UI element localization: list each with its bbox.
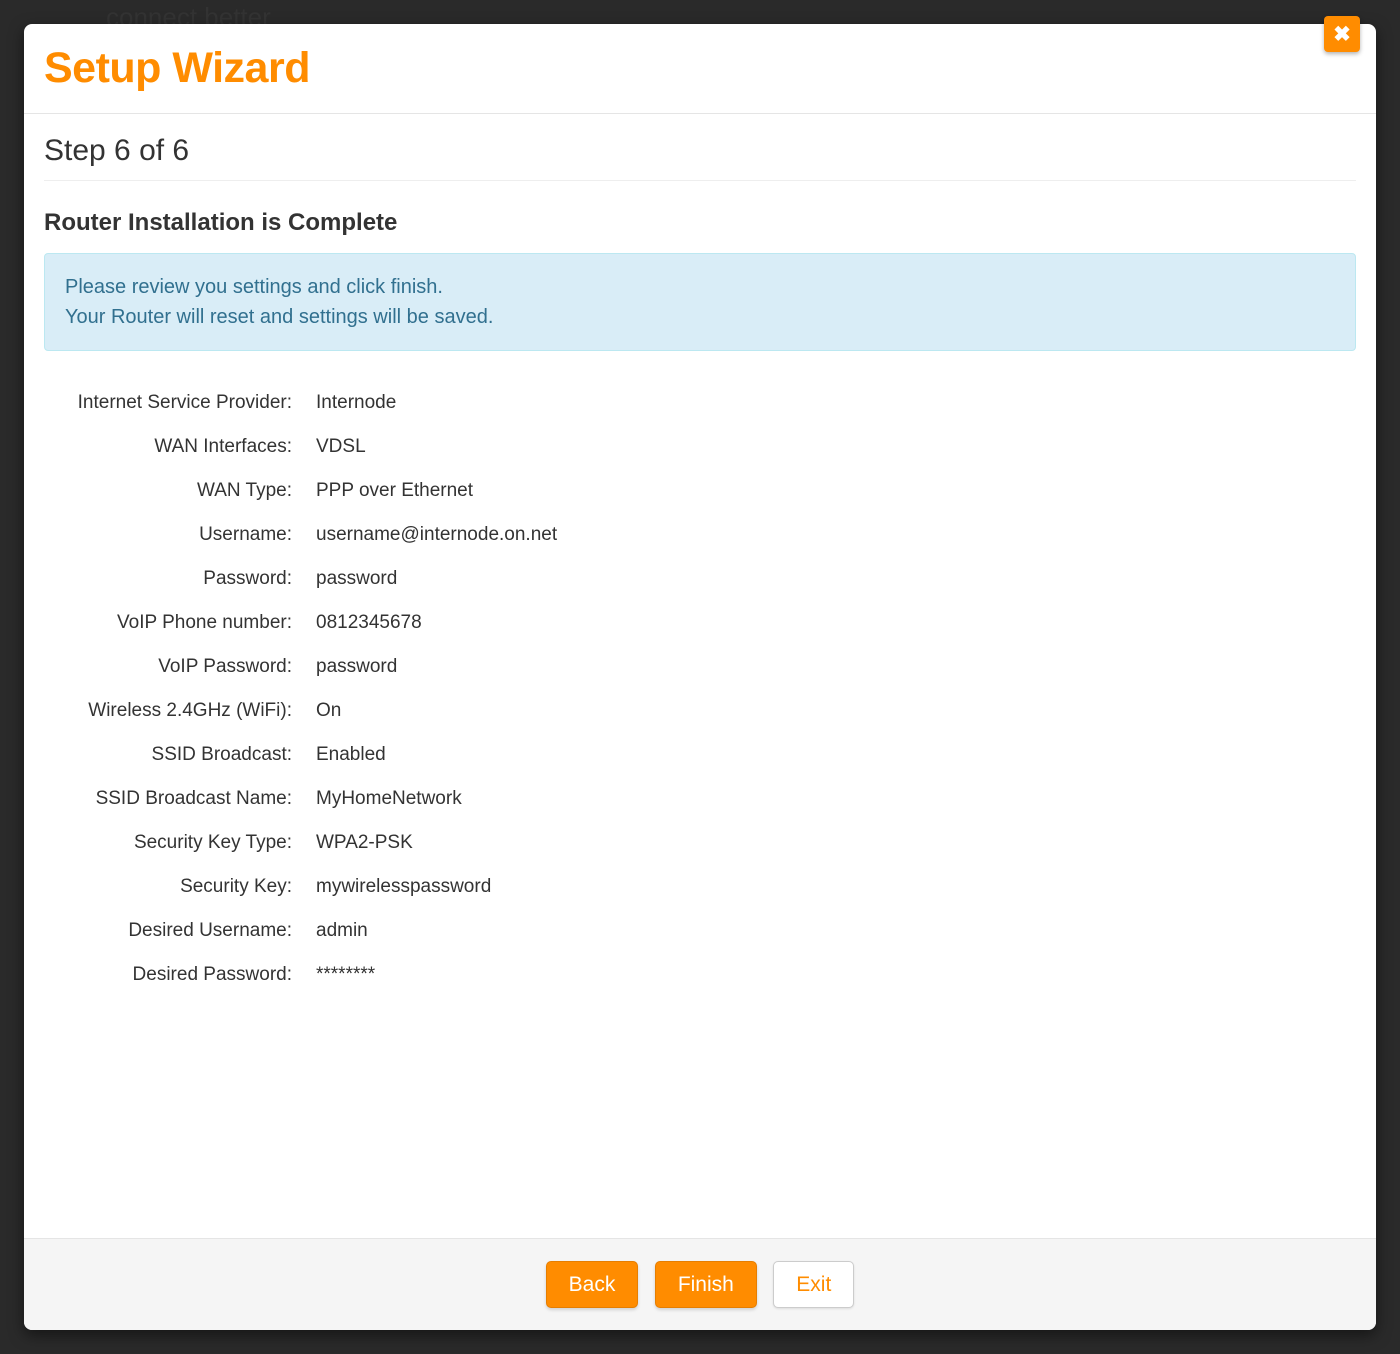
- settings-label: Wireless 2.4GHz (WiFi):: [44, 689, 304, 733]
- settings-label: Desired Password:: [44, 953, 304, 997]
- table-row: WAN Type: PPP over Ethernet: [44, 469, 1356, 513]
- table-row: Desired Username: admin: [44, 909, 1356, 953]
- settings-value: MyHomeNetwork: [304, 777, 1356, 821]
- step-heading: Step 6 of 6: [44, 134, 1356, 181]
- table-row: Password: password: [44, 557, 1356, 601]
- settings-label: SSID Broadcast:: [44, 733, 304, 777]
- settings-value: Enabled: [304, 733, 1356, 777]
- info-box: Please review you settings and click fin…: [44, 253, 1356, 351]
- settings-value: PPP over Ethernet: [304, 469, 1356, 513]
- settings-label: SSID Broadcast Name:: [44, 777, 304, 821]
- table-row: Security Key Type: WPA2-PSK: [44, 821, 1356, 865]
- table-row: VoIP Password: password: [44, 645, 1356, 689]
- settings-value: Internode: [304, 381, 1356, 425]
- table-row: Wireless 2.4GHz (WiFi): On: [44, 689, 1356, 733]
- settings-label: Password:: [44, 557, 304, 601]
- back-button[interactable]: Back: [546, 1261, 639, 1308]
- settings-label: Desired Username:: [44, 909, 304, 953]
- settings-value: admin: [304, 909, 1356, 953]
- settings-label: Internet Service Provider:: [44, 381, 304, 425]
- table-row: Desired Password: ********: [44, 953, 1356, 997]
- table-row: VoIP Phone number: 0812345678: [44, 601, 1356, 645]
- settings-value: password: [304, 645, 1356, 689]
- settings-label: WAN Interfaces:: [44, 425, 304, 469]
- modal-body: Step 6 of 6 Router Installation is Compl…: [24, 114, 1376, 1238]
- settings-value: 0812345678: [304, 601, 1356, 645]
- settings-label: Security Key:: [44, 865, 304, 909]
- settings-value: On: [304, 689, 1356, 733]
- modal-title: Setup Wizard: [44, 44, 1356, 93]
- exit-button[interactable]: Exit: [773, 1261, 854, 1308]
- settings-value: username@internode.on.net: [304, 513, 1356, 557]
- settings-value: ********: [304, 953, 1356, 997]
- table-row: SSID Broadcast Name: MyHomeNetwork: [44, 777, 1356, 821]
- close-button[interactable]: ✖: [1324, 16, 1360, 52]
- table-row: Internet Service Provider: Internode: [44, 381, 1356, 425]
- table-row: SSID Broadcast: Enabled: [44, 733, 1356, 777]
- close-icon: ✖: [1333, 22, 1351, 47]
- settings-label: VoIP Phone number:: [44, 601, 304, 645]
- setup-wizard-modal: Setup Wizard ✖ Step 6 of 6 Router Instal…: [24, 24, 1376, 1330]
- settings-label: VoIP Password:: [44, 645, 304, 689]
- info-line-1: Please review you settings and click fin…: [65, 272, 1335, 302]
- settings-value: password: [304, 557, 1356, 601]
- settings-summary-table: Internet Service Provider: Internode WAN…: [44, 381, 1356, 997]
- settings-value: mywirelesspassword: [304, 865, 1356, 909]
- section-title: Router Installation is Complete: [44, 209, 1356, 237]
- finish-button[interactable]: Finish: [655, 1261, 757, 1308]
- settings-value: VDSL: [304, 425, 1356, 469]
- modal-header: Setup Wizard ✖: [24, 24, 1376, 114]
- table-row: Username: username@internode.on.net: [44, 513, 1356, 557]
- settings-label: WAN Type:: [44, 469, 304, 513]
- modal-footer: Back Finish Exit: [24, 1238, 1376, 1330]
- settings-label: Security Key Type:: [44, 821, 304, 865]
- info-line-2: Your Router will reset and settings will…: [65, 302, 1335, 332]
- table-row: WAN Interfaces: VDSL: [44, 425, 1356, 469]
- table-row: Security Key: mywirelesspassword: [44, 865, 1356, 909]
- settings-label: Username:: [44, 513, 304, 557]
- settings-value: WPA2-PSK: [304, 821, 1356, 865]
